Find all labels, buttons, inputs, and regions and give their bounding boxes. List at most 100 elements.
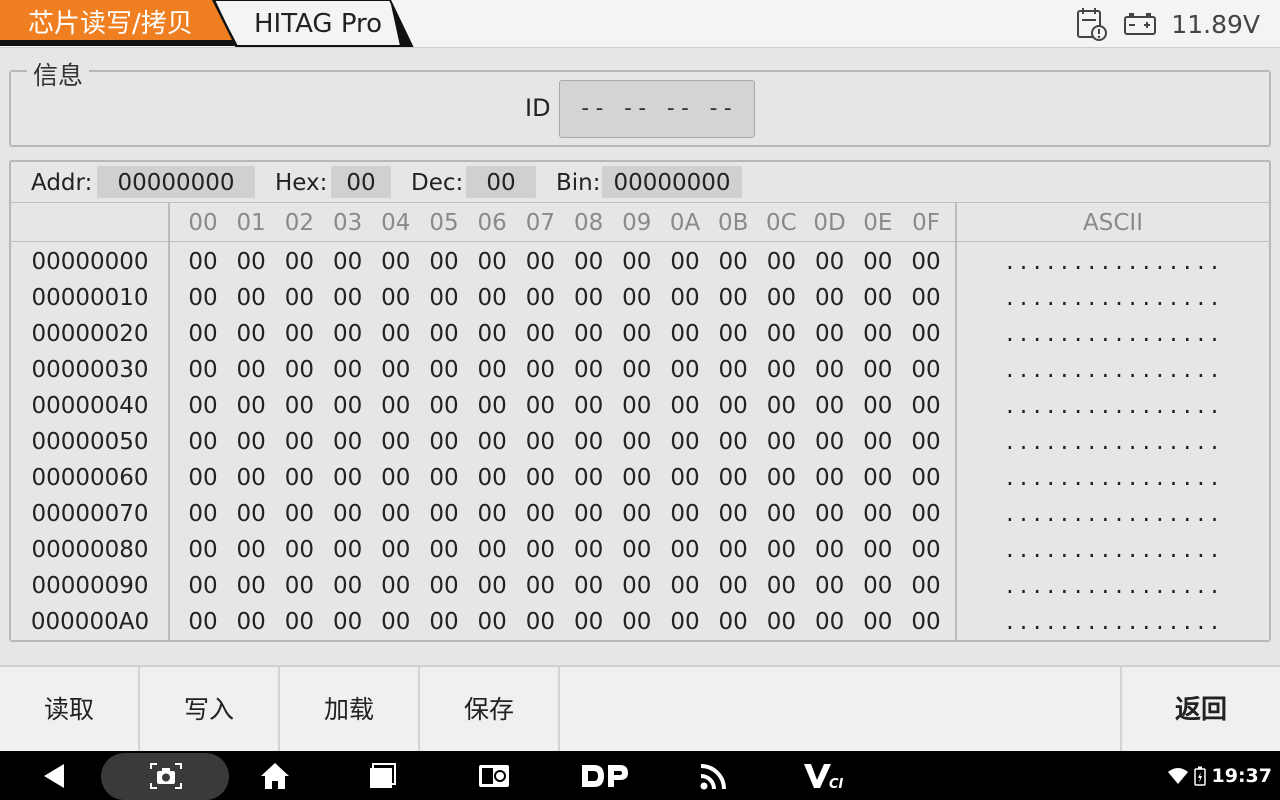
byte-cell[interactable]: 00: [472, 496, 512, 532]
byte-cell[interactable]: 00: [328, 532, 368, 568]
load-button[interactable]: 加载: [280, 667, 420, 753]
byte-cell[interactable]: 00: [858, 424, 898, 460]
byte-cell[interactable]: 00: [858, 460, 898, 496]
byte-cell[interactable]: 00: [183, 280, 223, 316]
byte-cell[interactable]: 00: [810, 460, 850, 496]
byte-cell[interactable]: 00: [810, 568, 850, 604]
byte-cell[interactable]: 00: [906, 568, 946, 604]
table-row[interactable]: 00000080 00 00 00 00 00 00 00 00 00 00 00 00 00 00 00 00…: [11, 532, 1269, 568]
byte-cell[interactable]: 00: [424, 280, 464, 316]
byte-cell[interactable]: 00: [279, 424, 319, 460]
table-row[interactable]: 00000040 00 00 00 00 00 00 00 00 00 00 00 00 00 00 00 00…: [11, 388, 1269, 424]
byte-cell[interactable]: 00: [665, 568, 705, 604]
byte-cell[interactable]: 00: [328, 496, 368, 532]
byte-cell[interactable]: 00: [617, 496, 657, 532]
byte-cell[interactable]: 00: [279, 352, 319, 388]
byte-cell[interactable]: 00: [906, 316, 946, 352]
byte-cell[interactable]: 00: [376, 568, 416, 604]
vci-icon[interactable]: CI: [802, 751, 848, 800]
byte-cell[interactable]: 00: [713, 244, 753, 280]
byte-cell[interactable]: 00: [569, 496, 609, 532]
byte-cell[interactable]: 00: [424, 388, 464, 424]
byte-cell[interactable]: 00: [231, 604, 271, 640]
byte-cell[interactable]: 00: [761, 460, 801, 496]
byte-cell[interactable]: 00: [424, 424, 464, 460]
byte-cell[interactable]: 00: [713, 388, 753, 424]
byte-cell[interactable]: 00: [713, 352, 753, 388]
byte-cell[interactable]: 00: [761, 352, 801, 388]
byte-cell[interactable]: 00: [569, 460, 609, 496]
table-row[interactable]: 00000060 00 00 00 00 00 00 00 00 00 00 00 00 00 00 00 00…: [11, 460, 1269, 496]
byte-cell[interactable]: 00: [665, 388, 705, 424]
return-button[interactable]: 返回: [1120, 667, 1280, 753]
byte-cell[interactable]: 00: [665, 460, 705, 496]
byte-cell[interactable]: 00: [472, 244, 512, 280]
byte-cell[interactable]: 00: [617, 604, 657, 640]
byte-cell[interactable]: 00: [713, 568, 753, 604]
byte-cell[interactable]: 00: [858, 568, 898, 604]
byte-cell[interactable]: 00: [569, 604, 609, 640]
byte-cell[interactable]: 00: [858, 496, 898, 532]
byte-cell[interactable]: 00: [713, 460, 753, 496]
byte-cell[interactable]: 00: [665, 496, 705, 532]
byte-cell[interactable]: 00: [424, 352, 464, 388]
byte-cell[interactable]: 00: [810, 244, 850, 280]
byte-cell[interactable]: 00: [279, 316, 319, 352]
byte-cell[interactable]: 00: [376, 352, 416, 388]
byte-cell[interactable]: 00: [376, 496, 416, 532]
byte-cell[interactable]: 00: [279, 496, 319, 532]
byte-cell[interactable]: 00: [183, 388, 223, 424]
byte-cell[interactable]: 00: [424, 496, 464, 532]
byte-cell[interactable]: 00: [183, 460, 223, 496]
byte-cell[interactable]: 00: [713, 532, 753, 568]
byte-cell[interactable]: 00: [279, 568, 319, 604]
byte-cell[interactable]: 00: [665, 424, 705, 460]
byte-cell[interactable]: 00: [183, 532, 223, 568]
byte-cell[interactable]: 00: [858, 604, 898, 640]
byte-cell[interactable]: 00: [665, 280, 705, 316]
dp-logo-icon[interactable]: [580, 751, 630, 800]
byte-cell[interactable]: 00: [328, 604, 368, 640]
byte-cell[interactable]: 00: [520, 568, 560, 604]
byte-cell[interactable]: 00: [183, 604, 223, 640]
byte-cell[interactable]: 00: [472, 460, 512, 496]
byte-cell[interactable]: 00: [328, 460, 368, 496]
table-row[interactable]: 000000A0 00 00 00 00 00 00 00 00 00 00 00 00 00 00 00 00…: [11, 604, 1269, 640]
byte-cell[interactable]: 00: [183, 352, 223, 388]
byte-cell[interactable]: 00: [761, 280, 801, 316]
byte-cell[interactable]: 00: [328, 244, 368, 280]
byte-cell[interactable]: 00: [183, 496, 223, 532]
byte-cell[interactable]: 00: [231, 532, 271, 568]
table-row[interactable]: 00000070 00 00 00 00 00 00 00 00 00 00 00 00 00 00 00 00…: [11, 496, 1269, 532]
byte-cell[interactable]: 00: [713, 424, 753, 460]
byte-cell[interactable]: 00: [376, 424, 416, 460]
byte-cell[interactable]: 00: [617, 280, 657, 316]
byte-cell[interactable]: 00: [713, 496, 753, 532]
byte-cell[interactable]: 00: [376, 280, 416, 316]
display-icon[interactable]: [476, 751, 512, 800]
byte-cell[interactable]: 00: [810, 280, 850, 316]
hex-grid[interactable]: ASCII 00 01 02 03 04 05 06 07 08 09 0A 0B 0C 0D 0E 0F 0…: [11, 202, 1269, 640]
byte-cell[interactable]: 00: [472, 280, 512, 316]
byte-cell[interactable]: 00: [569, 352, 609, 388]
byte-cell[interactable]: 00: [906, 460, 946, 496]
byte-cell[interactable]: 00: [761, 244, 801, 280]
byte-cell[interactable]: 00: [231, 460, 271, 496]
byte-cell[interactable]: 00: [376, 532, 416, 568]
byte-cell[interactable]: 00: [424, 604, 464, 640]
byte-cell[interactable]: 00: [906, 280, 946, 316]
byte-cell[interactable]: 00: [231, 316, 271, 352]
byte-cell[interactable]: 00: [569, 280, 609, 316]
byte-cell[interactable]: 00: [520, 604, 560, 640]
byte-cell[interactable]: 00: [810, 424, 850, 460]
byte-cell[interactable]: 00: [376, 388, 416, 424]
byte-cell[interactable]: 00: [520, 388, 560, 424]
byte-cell[interactable]: 00: [810, 604, 850, 640]
byte-cell[interactable]: 00: [665, 352, 705, 388]
byte-cell[interactable]: 00: [279, 280, 319, 316]
byte-cell[interactable]: 00: [665, 244, 705, 280]
read-button[interactable]: 读取: [0, 667, 140, 753]
byte-cell[interactable]: 00: [376, 316, 416, 352]
byte-cell[interactable]: 00: [520, 244, 560, 280]
table-row[interactable]: 00000050 00 00 00 00 00 00 00 00 00 00 00 00 00 00 00 00…: [11, 424, 1269, 460]
